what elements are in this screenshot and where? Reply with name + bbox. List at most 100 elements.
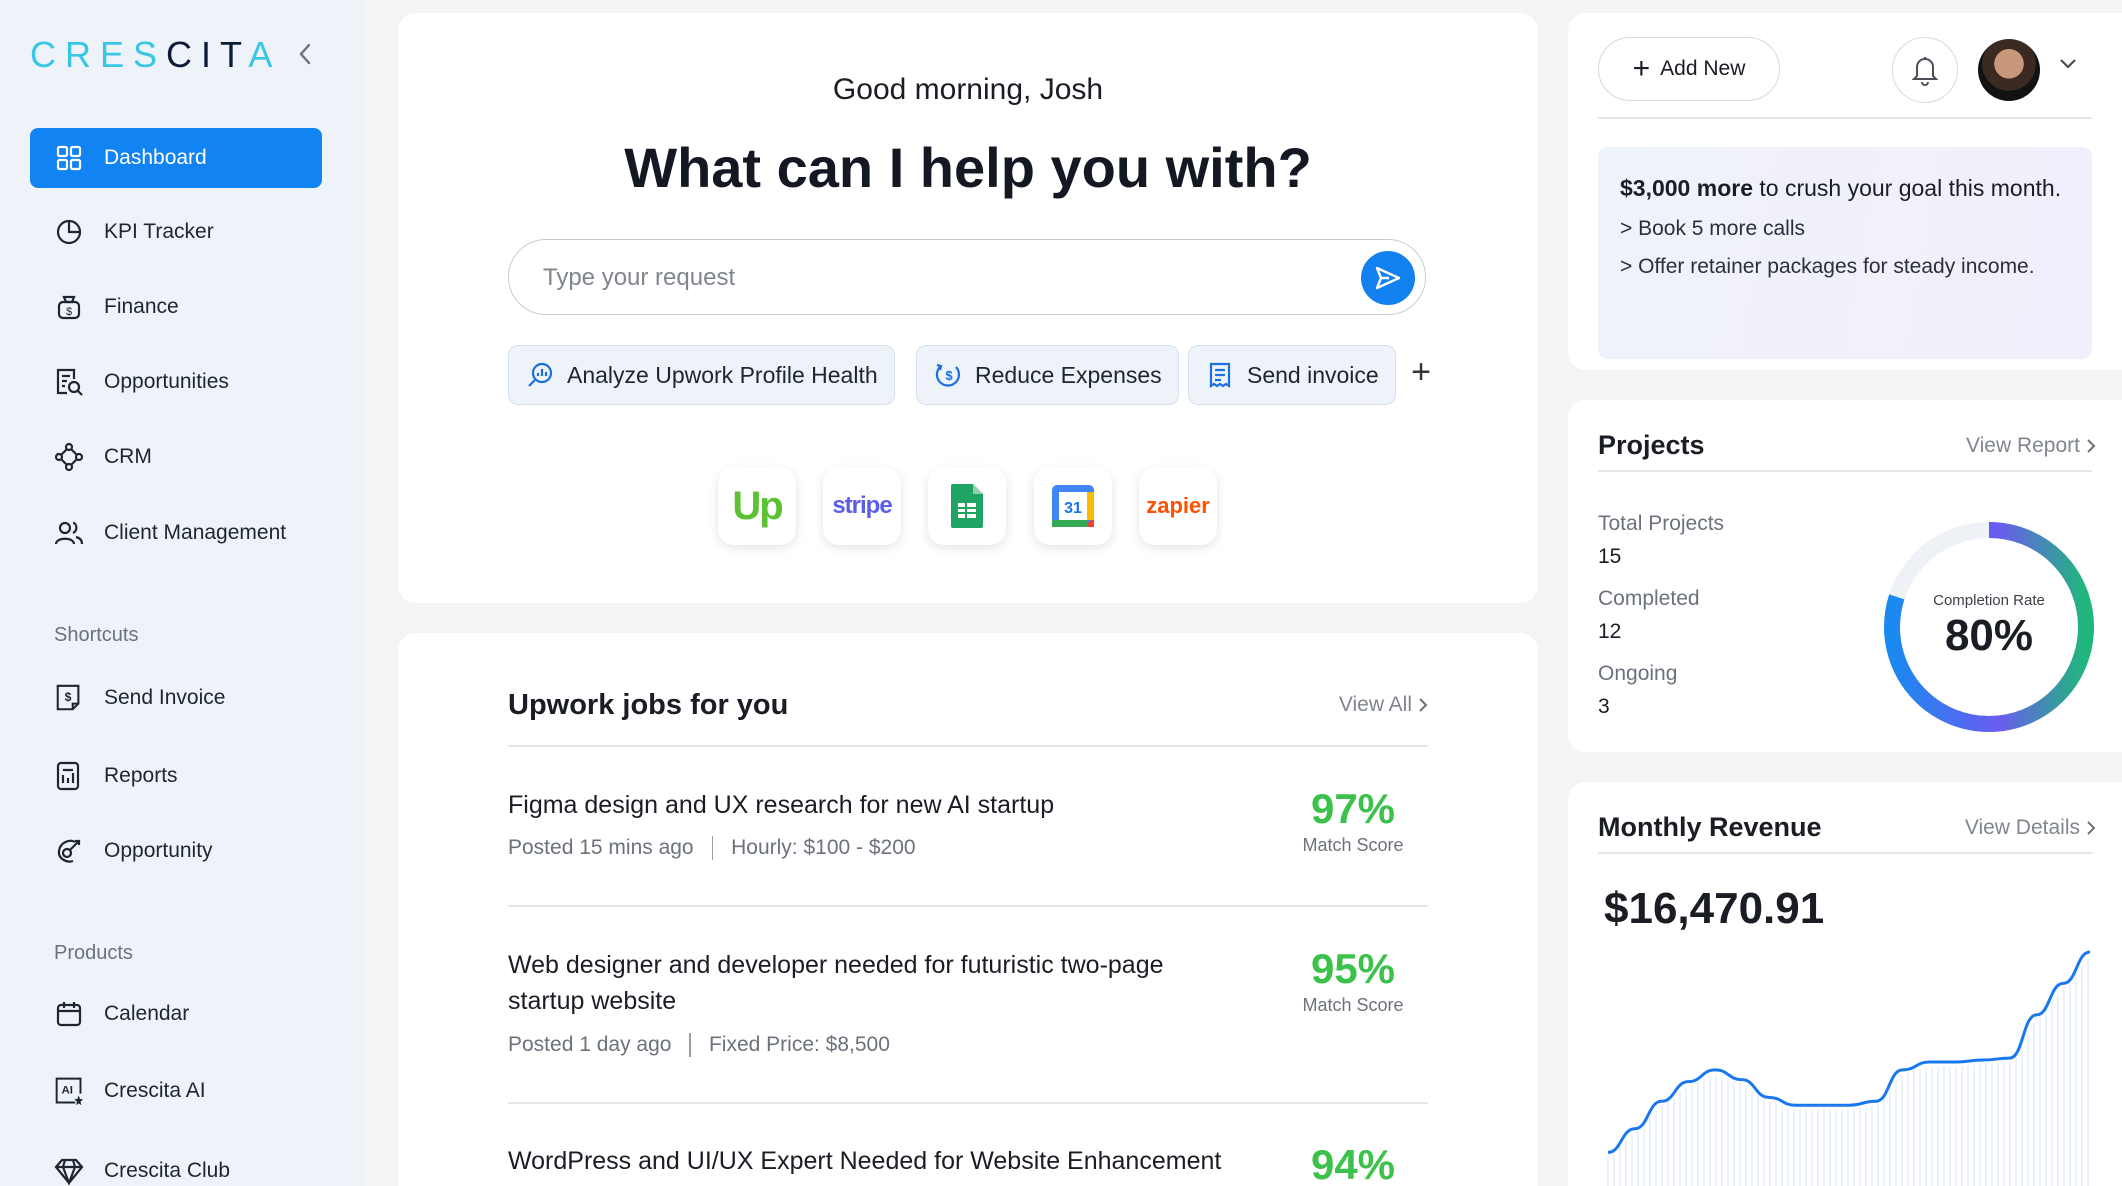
divider [1598, 117, 2092, 119]
sidebar-item-opportunities[interactable]: Opportunities [30, 352, 322, 412]
chevron-right-icon [1419, 698, 1428, 712]
upwork-jobs-card: Upwork jobs for you View All Figma desig… [398, 633, 1538, 1186]
sidebar-item-label: Dashboard [104, 146, 207, 169]
network-icon [54, 442, 84, 472]
google-sheets-icon [951, 484, 983, 528]
match-score: 95% Match Score [1278, 945, 1428, 1016]
svg-text:AI: AI [62, 1085, 73, 1097]
stripe-logo: stripe [832, 492, 892, 519]
total-projects-value: 15 [1598, 545, 1622, 568]
job-title[interactable]: Figma design and UX research for new AI … [508, 787, 1208, 823]
send-button[interactable] [1361, 251, 1415, 305]
chip-label: Analyze Upwork Profile Health [567, 361, 878, 388]
view-details-link[interactable]: View Details [1965, 816, 2096, 840]
users-icon [54, 518, 84, 548]
header-panel: + Add New $3,000 more to crush your goal… [1568, 13, 2122, 370]
ai-icon: AI [54, 1076, 84, 1106]
divider [508, 745, 1428, 747]
collapse-sidebar-button[interactable] [290, 36, 320, 72]
sidebar-item-opportunity[interactable]: Opportunity [30, 821, 322, 881]
request-input[interactable] [543, 258, 1323, 298]
match-score-label: Match Score [1302, 835, 1404, 855]
assistant-card: Good morning, Josh What can I help you w… [398, 13, 1538, 603]
job-title[interactable]: WordPress and UI/UX Expert Needed for We… [508, 1143, 1308, 1179]
add-new-label: Add New [1660, 57, 1746, 80]
google-calendar-app[interactable]: 31 [1034, 467, 1112, 545]
sidebar-item-crm[interactable]: CRM [30, 427, 322, 487]
zapier-app[interactable]: zapier [1139, 467, 1217, 545]
goal-banner: $3,000 more to crush your goal this mont… [1598, 147, 2092, 359]
notifications-button[interactable] [1892, 37, 1958, 103]
sidebar-item-crescita-club[interactable]: Crescita Club [30, 1141, 322, 1186]
ongoing-label: Ongoing [1598, 662, 1678, 685]
sidebar-item-label: Client Management [104, 521, 287, 544]
chevron-right-icon [2087, 821, 2096, 835]
sidebar-item-kpi-tracker[interactable]: KPI Tracker [30, 202, 322, 262]
donut-label: Completion Rate 80% [1882, 592, 2096, 661]
job-posted: Posted 15 mins ago [508, 836, 694, 859]
job-title[interactable]: Web designer and developer needed for fu… [508, 947, 1208, 1019]
avatar[interactable] [1978, 39, 2040, 101]
match-score-label: Match Score [1302, 995, 1404, 1015]
chip-label: Reduce Expenses [975, 361, 1162, 388]
view-report-link[interactable]: View Report [1966, 434, 2096, 458]
grid-icon [54, 143, 84, 173]
target-icon [54, 836, 84, 866]
sidebar-item-client-management[interactable]: Client Management [30, 503, 322, 563]
upwork-app[interactable]: Up [718, 467, 796, 545]
calendar-day: 31 [1064, 500, 1082, 517]
sidebar-item-crescita-ai[interactable]: AI Crescita AI [30, 1061, 322, 1121]
projects-card: Projects View Report Total Projects 15 C… [1568, 400, 2122, 752]
view-all-link[interactable]: View All [1339, 693, 1428, 717]
sidebar-item-send-invoice[interactable]: $ Send Invoice [30, 668, 322, 728]
plus-icon: + [1632, 52, 1651, 85]
completion-rate-value: 80% [1944, 611, 2034, 660]
divider [508, 1102, 1428, 1104]
pie-chart-icon [54, 217, 84, 247]
sidebar-item-reports[interactable]: Reports [30, 746, 322, 806]
add-new-button[interactable]: + Add New [1598, 37, 1780, 101]
sidebar-item-dashboard[interactable]: Dashboard [30, 128, 322, 188]
sidebar-item-label: Finance [104, 295, 179, 318]
brand-logo[interactable]: CRESCITA [30, 34, 281, 76]
job-meta: Posted 15 mins ago Hourly: $100 - $200 [508, 836, 916, 860]
sidebar-item-label: Crescita Club [104, 1159, 231, 1182]
sidebar: CRESCITA Dashboard KPI Tracker $ Finance… [0, 0, 364, 1186]
job-pay: Fixed Price: $8,500 [708, 1033, 890, 1056]
match-score-value: 97% [1310, 785, 1396, 832]
divider [508, 905, 1428, 907]
account-menu-button[interactable] [2058, 57, 2078, 76]
projects-title: Projects [1598, 430, 1705, 460]
svg-text:$: $ [945, 368, 953, 383]
sidebar-item-finance[interactable]: $ Finance [30, 277, 322, 337]
match-score: 94% [1278, 1141, 1428, 1186]
link-label: View Report [1965, 434, 2080, 457]
svg-text:$: $ [66, 306, 72, 318]
chip-analyze-upwork[interactable]: Analyze Upwork Profile Health [508, 345, 895, 405]
chip-reduce-expenses[interactable]: $ Reduce Expenses [916, 345, 1179, 405]
chip-send-invoice[interactable]: Send invoice [1188, 345, 1396, 405]
google-sheets-app[interactable] [928, 467, 1006, 545]
stripe-app[interactable]: stripe [823, 467, 901, 545]
report-icon [54, 761, 84, 791]
sidebar-item-calendar[interactable]: Calendar [30, 984, 322, 1044]
invoice-dollar-icon: $ [54, 683, 84, 713]
ongoing-value: 3 [1598, 695, 1610, 718]
logo-row: CRESCITA [30, 34, 320, 76]
sidebar-item-label: Opportunities [104, 370, 229, 393]
goal-tip: > Book 5 more calls [1620, 217, 1806, 240]
receipt-icon [1205, 360, 1235, 390]
match-score-value: 95% [1310, 945, 1396, 992]
add-chip-button[interactable]: + [1404, 355, 1438, 391]
page-title: What can I help you with? [624, 136, 1312, 199]
job-meta: Posted 1 day ago Fixed Price: $8,500 [508, 1033, 890, 1057]
request-box [508, 239, 1426, 315]
job-pay: Hourly: $100 - $200 [731, 836, 916, 859]
link-label: View Details [1964, 816, 2080, 839]
bell-icon [1911, 57, 1939, 86]
sidebar-item-label: Send Invoice [104, 686, 226, 709]
total-projects-label: Total Projects [1598, 512, 1725, 535]
zapier-logo: zapier [1146, 493, 1210, 518]
completed-value: 12 [1598, 620, 1622, 643]
meta-separator [711, 836, 714, 860]
